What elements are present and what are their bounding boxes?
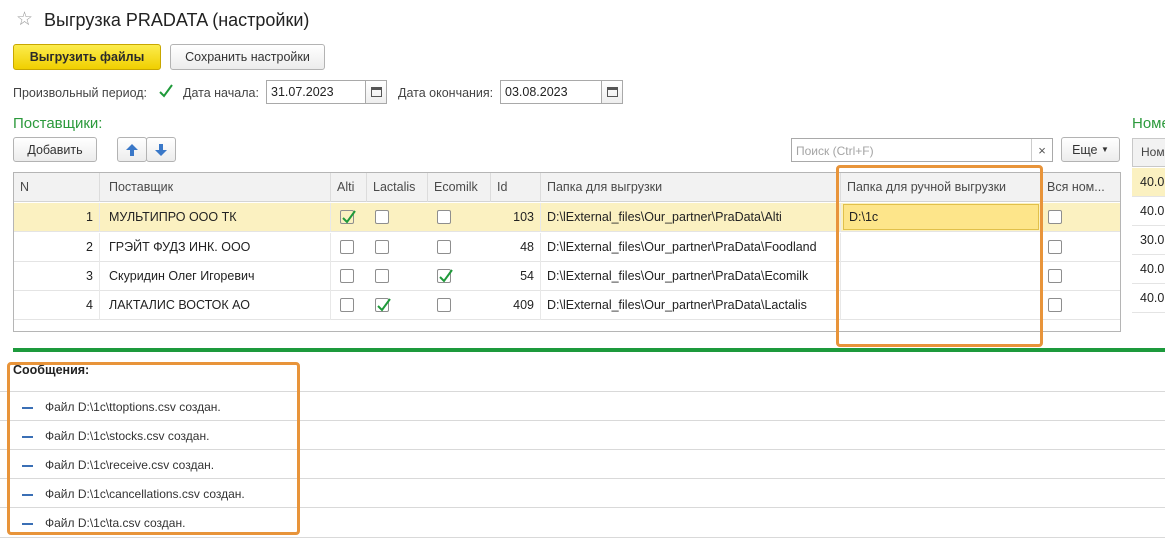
move-up-button[interactable]	[117, 137, 147, 162]
row-number: 4	[14, 291, 100, 320]
search-placeholder: Поиск (Ctrl+F)	[796, 144, 874, 158]
calendar-icon	[370, 87, 382, 97]
all-nomenclature-checkbox[interactable]	[1048, 240, 1062, 254]
list-item[interactable]: 40.0	[1132, 197, 1165, 226]
row-number: 2	[14, 233, 100, 262]
export-folder: D:\lExternal_files\Our_partner\PraData\L…	[541, 291, 841, 320]
checkmark-icon	[439, 269, 453, 283]
suppliers-title: Поставщики:	[13, 115, 103, 132]
more-menu-button[interactable]: Еще ▼	[1061, 137, 1120, 162]
list-item[interactable]: 40.0	[1132, 168, 1165, 197]
export-folder: D:\lExternal_files\Our_partner\PraData\F…	[541, 233, 841, 262]
supplier-name: ЛАКТАЛИС ВОСТОК АО	[103, 291, 331, 320]
supplier-id: 54	[491, 262, 541, 291]
all-nomenclature-checkbox[interactable]	[1048, 298, 1062, 312]
ecomilk-checkbox[interactable]	[437, 210, 451, 224]
calendar-icon	[606, 87, 618, 97]
column-header-supplier[interactable]: Поставщик	[103, 173, 331, 202]
export-files-button[interactable]: Выгрузить файлы	[13, 44, 161, 70]
messages-highlight	[7, 362, 300, 535]
row-number: 1	[14, 203, 100, 232]
custom-period-label: Произвольный период:	[13, 86, 148, 100]
arrow-down-icon	[155, 143, 167, 156]
divider	[0, 537, 1165, 538]
checkmark-icon	[377, 298, 391, 312]
end-date-calendar-button[interactable]	[602, 80, 623, 104]
alti-checkbox[interactable]	[340, 269, 354, 283]
column-header-id[interactable]: Id	[491, 173, 541, 202]
nomenclature-panel: Номенклатура Ном 40.0 40.0 30.0 40.0 40.…	[1130, 112, 1165, 352]
list-item[interactable]: 30.0	[1132, 226, 1165, 255]
column-header-folder[interactable]: Папка для выгрузки	[541, 173, 841, 202]
lactalis-checkbox[interactable]	[375, 210, 389, 224]
column-header-alti[interactable]: Alti	[331, 173, 367, 202]
search-input[interactable]: Поиск (Ctrl+F) ×	[791, 138, 1053, 162]
panel-splitter[interactable]	[13, 348, 1165, 352]
favorite-star-icon[interactable]: ☆	[16, 10, 33, 30]
manual-folder-highlight	[836, 165, 1043, 347]
end-date-input[interactable]: 03.08.2023	[500, 80, 602, 104]
lactalis-checkbox[interactable]	[375, 269, 389, 283]
alti-checkbox[interactable]	[340, 210, 356, 224]
ecomilk-checkbox[interactable]	[437, 298, 451, 312]
all-nomenclature-checkbox[interactable]	[1048, 269, 1062, 283]
row-number: 3	[14, 262, 100, 291]
column-header-ecomilk[interactable]: Ecomilk	[428, 173, 491, 202]
save-settings-button[interactable]: Сохранить настройки	[170, 44, 325, 70]
supplier-name: МУЛЬТИПРО ООО ТК	[103, 203, 331, 232]
arrow-up-icon	[126, 143, 138, 156]
end-date-label: Дата окончания:	[398, 86, 494, 100]
nomenclature-title: Номенклатура	[1132, 115, 1165, 132]
more-label: Еще	[1072, 142, 1098, 157]
export-folder: D:\lExternal_files\Our_partner\PraData\E…	[541, 262, 841, 291]
start-date-label: Дата начала:	[183, 86, 259, 100]
list-item[interactable]: 40.0	[1132, 284, 1165, 313]
lactalis-checkbox[interactable]	[375, 298, 391, 312]
alti-checkbox[interactable]	[340, 298, 354, 312]
page-title: Выгрузка PRADATA (настройки)	[44, 10, 310, 30]
lactalis-checkbox[interactable]	[375, 240, 389, 254]
checkmark-icon	[159, 84, 173, 98]
supplier-name: Скуридин Олег Игоревич	[103, 262, 331, 291]
custom-period-checkbox[interactable]	[158, 84, 173, 99]
supplier-id: 103	[491, 203, 541, 232]
supplier-id: 48	[491, 233, 541, 262]
column-header-lactalis[interactable]: Lactalis	[367, 173, 428, 202]
list-item[interactable]: 40.0	[1132, 255, 1165, 284]
supplier-id: 409	[491, 291, 541, 320]
ecomilk-checkbox[interactable]	[437, 269, 453, 283]
move-down-button[interactable]	[146, 137, 176, 162]
column-header-n[interactable]: N	[14, 173, 100, 202]
chevron-down-icon: ▼	[1101, 145, 1109, 154]
checkmark-icon	[342, 210, 356, 224]
column-header-all[interactable]: Вся ном...	[1041, 173, 1120, 202]
supplier-name: ГРЭЙТ ФУДЗ ИНК. ООО	[103, 233, 331, 262]
start-date-input[interactable]: 31.07.2023	[266, 80, 366, 104]
all-nomenclature-checkbox[interactable]	[1048, 210, 1062, 224]
start-date-calendar-button[interactable]	[366, 80, 387, 104]
export-folder: D:\lExternal_files\Our_partner\PraData\A…	[541, 203, 841, 232]
nomenclature-column-header[interactable]: Ном	[1132, 138, 1165, 167]
add-button[interactable]: Добавить	[13, 137, 97, 162]
clear-search-icon[interactable]: ×	[1031, 139, 1052, 161]
alti-checkbox[interactable]	[340, 240, 354, 254]
ecomilk-checkbox[interactable]	[437, 240, 451, 254]
